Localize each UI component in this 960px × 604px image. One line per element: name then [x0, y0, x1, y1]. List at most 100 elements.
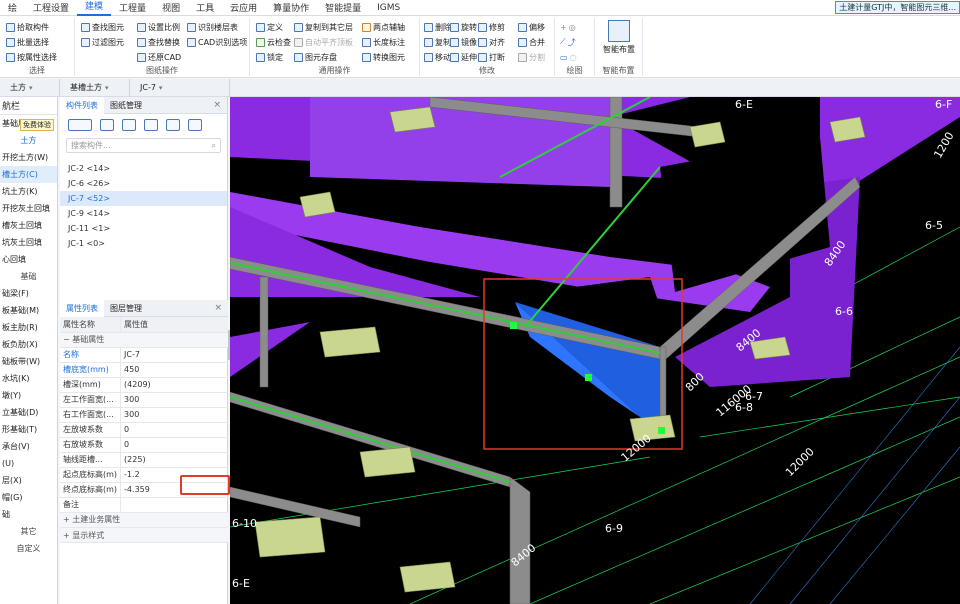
cad-options-button[interactable]: CAD识别选项 — [187, 35, 247, 49]
property-value[interactable]: (4209) — [120, 377, 228, 393]
offset-button[interactable]: 偏移 — [518, 20, 545, 34]
property-row[interactable]: 终点底标高(m) -4.359 — [60, 482, 228, 498]
nav-category[interactable]: 其它 — [0, 523, 57, 540]
delete-component-button[interactable] — [122, 119, 136, 131]
draw-rect-button[interactable]: ▭ ◌ — [560, 50, 577, 64]
nav-item[interactable]: 立基础(D) — [0, 404, 57, 421]
model-canvas[interactable]: 6-E 6-F 6-5 6-6 6-7 6-8 6-9 6-10 6-E 840… — [230, 97, 960, 604]
rotate-button[interactable]: 旋转 — [450, 20, 477, 34]
select-by-attr-button[interactable]: 按属性选择 — [6, 50, 57, 64]
menu-item-quantity[interactable]: 工程量 — [111, 1, 154, 14]
property-value[interactable]: (225) — [120, 452, 228, 468]
nav-item[interactable]: 心回填 — [0, 251, 57, 268]
mirror-button[interactable]: 镜像 — [450, 35, 477, 49]
lock-button[interactable]: 锁定 — [256, 50, 283, 64]
layer-copy-button[interactable] — [144, 119, 158, 131]
component-list-item[interactable]: JC-6 <26> — [60, 176, 227, 191]
property-value[interactable]: 0 — [120, 422, 228, 438]
extend-button[interactable]: 延伸 — [450, 50, 477, 64]
floor-select[interactable]: 土方 ▾ — [0, 78, 60, 97]
tab-property-list[interactable]: 属性列表 — [60, 299, 104, 317]
menu-item-view[interactable]: 视图 — [154, 1, 188, 14]
nav-item[interactable]: 开挖土方(W) — [0, 149, 57, 166]
nav-item[interactable]: 板负肋(X) — [0, 336, 57, 353]
length-dim-button[interactable]: 长度标注 — [362, 35, 405, 49]
menu-item-tools[interactable]: 工具 — [188, 1, 222, 14]
smart-layout-button[interactable]: 智能布置 — [599, 20, 639, 60]
menu-item-project-settings[interactable]: 工程设置 — [25, 1, 77, 14]
define-button[interactable]: 定义 — [256, 20, 283, 34]
menu-item-collab[interactable]: 算量协作 — [265, 1, 317, 14]
component-list-item[interactable]: JC-7 <52> — [60, 191, 227, 206]
draw-line-button[interactable]: ⟋ ⤴ — [560, 35, 576, 49]
nav-category[interactable]: 基础 — [0, 268, 57, 285]
tab-layer-manage[interactable]: 图层管理 — [104, 300, 148, 317]
tab-drawing-manage[interactable]: 图纸管理 — [104, 97, 148, 114]
identify-floor-table-button[interactable]: 识别楼层表 — [187, 20, 238, 34]
convert-element-button[interactable]: 转换图元 — [362, 50, 405, 64]
more-button[interactable] — [188, 119, 202, 131]
move-button[interactable]: 移动 — [424, 50, 451, 64]
trim-button[interactable]: 修剪 — [478, 20, 505, 34]
property-row[interactable]: 右放坡系数 0 — [60, 437, 228, 453]
delete-button[interactable]: 删除 — [424, 20, 451, 34]
property-row[interactable]: 槽深(mm) (4209) — [60, 377, 228, 393]
property-row[interactable]: 备注 — [60, 497, 228, 513]
nav-item[interactable]: 板基础(M) — [0, 302, 57, 319]
find-element-button[interactable]: 查找图元 — [81, 20, 124, 34]
filter-component-button[interactable] — [166, 119, 180, 131]
property-value[interactable]: JC-7 — [120, 347, 228, 363]
new-component-button[interactable] — [68, 119, 92, 131]
menu-item-cloud[interactable]: 云应用 — [222, 1, 265, 14]
grip-handle[interactable] — [658, 427, 665, 434]
trial-tooltip[interactable]: 免费体验 — [20, 119, 54, 131]
group-basic[interactable]: − 基础属性 — [60, 332, 228, 348]
property-row[interactable]: 轴线距槽... (225) — [60, 452, 228, 468]
menu-item-igms[interactable]: IGMS — [369, 3, 408, 13]
property-value[interactable]: 300 — [120, 392, 228, 408]
menu-item-modeling[interactable]: 建模 — [77, 0, 112, 16]
property-value[interactable]: -4.359 — [120, 482, 228, 498]
nav-item[interactable]: 板主肋(R) — [0, 319, 57, 336]
draw-point-button[interactable]: + ◎ — [560, 20, 576, 34]
nav-item[interactable]: 层(X) — [0, 472, 57, 489]
nav-category[interactable]: 自定义 — [0, 540, 57, 557]
grip-handle[interactable] — [585, 374, 592, 381]
property-row[interactable]: 右工作面宽(... 300 — [60, 407, 228, 423]
filter-element-button[interactable]: 过滤图元 — [81, 35, 124, 49]
menu-item-smart[interactable]: 智能提量 — [317, 1, 369, 14]
set-scale-button[interactable]: 设置比例 — [137, 20, 180, 34]
restore-cad-button[interactable]: 还原CAD — [137, 50, 181, 64]
group-display[interactable]: + 显示样式 — [60, 527, 228, 543]
nav-item[interactable]: 帽(G) — [0, 489, 57, 506]
property-row[interactable]: 名称 JC-7 — [60, 347, 228, 363]
property-row[interactable]: 起点底标高(m) -1.2 — [60, 467, 228, 483]
nav-item[interactable]: 槽灰土回填 — [0, 217, 57, 234]
property-row[interactable]: 左放坡系数 0 — [60, 422, 228, 438]
nav-item[interactable]: 形基础(T) — [0, 421, 57, 438]
component-list-item[interactable]: JC-9 <14> — [60, 206, 227, 221]
nav-item[interactable]: 坑灰土回填 — [0, 234, 57, 251]
copy-button[interactable]: 复制 — [424, 35, 451, 49]
pick-component-button[interactable]: 拾取构件 — [6, 20, 49, 34]
copy-to-layer-button[interactable]: 复制到其它层 — [294, 20, 353, 34]
component-select[interactable]: JC-7 ▾ — [130, 78, 230, 97]
nav-item[interactable]: 坑土方(K) — [0, 183, 57, 200]
grip-handle[interactable] — [510, 322, 517, 329]
type-select[interactable]: 基槽土方 ▾ — [60, 78, 130, 97]
close-icon[interactable]: × — [214, 303, 222, 313]
nav-item[interactable]: 础板带(W) — [0, 353, 57, 370]
batch-select-button[interactable]: 批量选择 — [6, 35, 49, 49]
notice-banner[interactable]: 土建计量GTJ中，智能图元三维... — [835, 1, 960, 14]
component-list-item[interactable]: JC-2 <14> — [60, 161, 227, 176]
property-value[interactable]: 450 — [120, 362, 228, 378]
cloud-check-button[interactable]: 云检查 — [256, 35, 291, 49]
find-replace-button[interactable]: 查找替换 — [137, 35, 180, 49]
save-element-button[interactable]: 图元存盘 — [294, 50, 337, 64]
nav-item[interactable]: 承台(V) — [0, 438, 57, 455]
copy-component-button[interactable] — [100, 119, 114, 131]
property-value[interactable]: 0 — [120, 437, 228, 453]
component-list-item[interactable]: JC-1 <0> — [60, 236, 227, 251]
property-value[interactable]: 300 — [120, 407, 228, 423]
menu-item-draw[interactable]: 绘 — [0, 1, 25, 14]
